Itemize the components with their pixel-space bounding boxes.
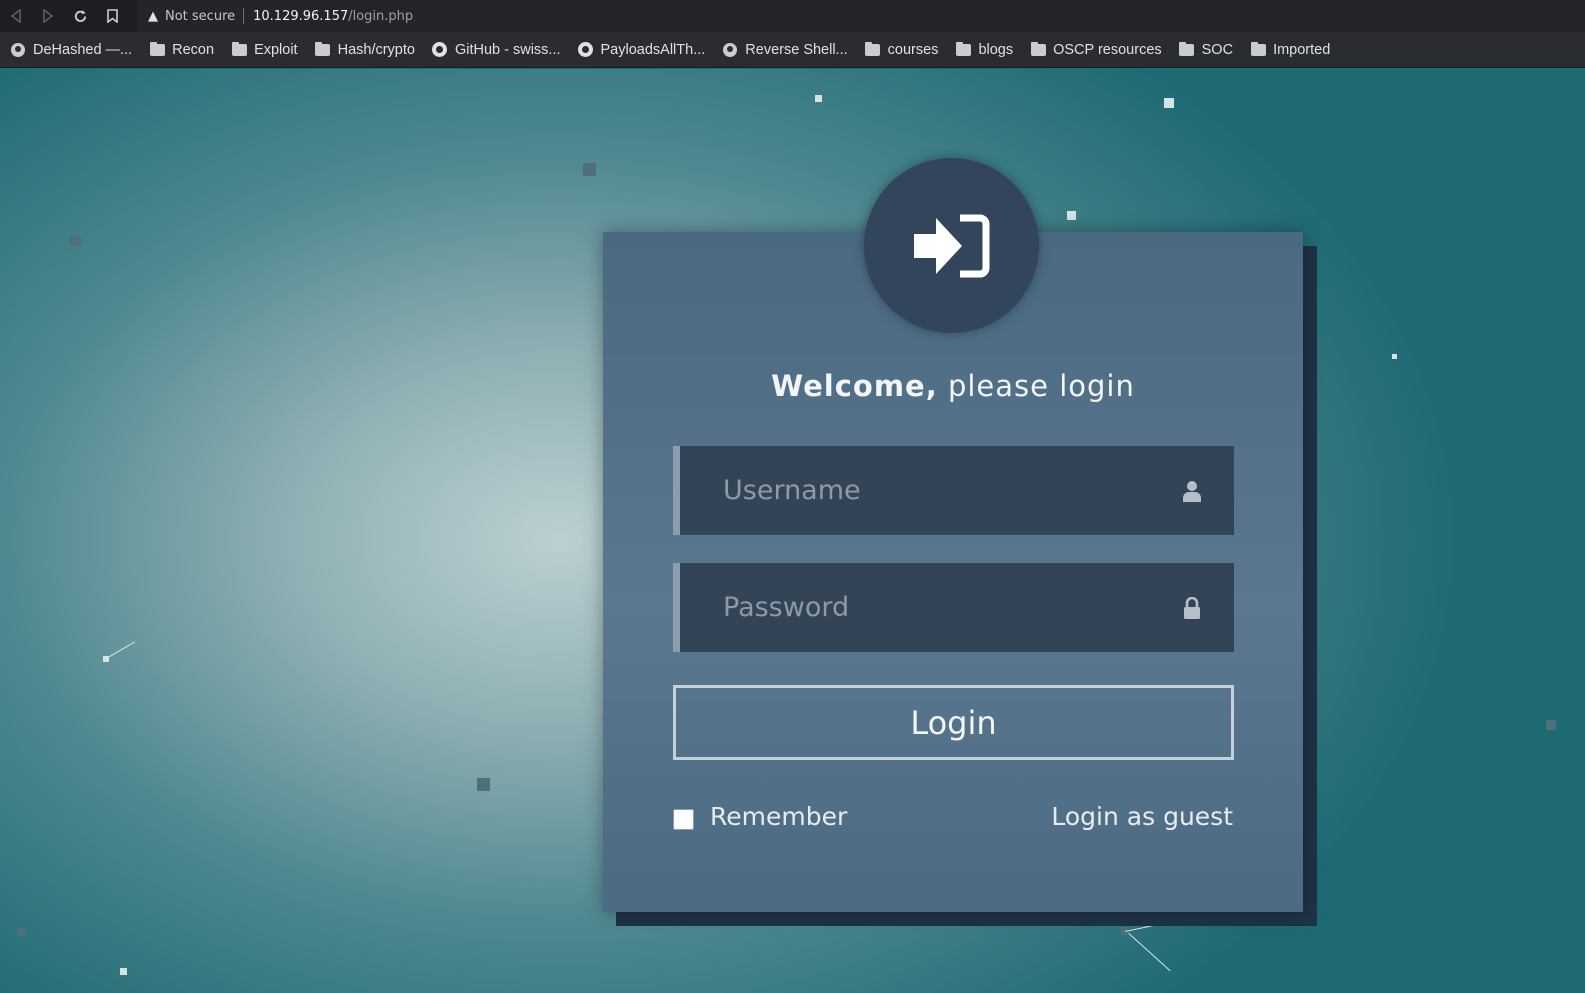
particle <box>1546 720 1556 730</box>
globe-icon <box>722 42 738 58</box>
bookmark-item[interactable]: OSCP resources <box>1030 41 1162 58</box>
bookmark-label: DeHashed —... <box>33 41 133 58</box>
particle <box>477 778 490 791</box>
folder-icon <box>1179 41 1195 58</box>
bookmark-label: Recon <box>172 41 215 58</box>
github-icon <box>578 42 594 58</box>
back-button[interactable] <box>0 0 32 32</box>
bookmark-label: Exploit <box>254 41 298 58</box>
particle <box>1164 98 1174 108</box>
particle <box>1067 211 1076 220</box>
remember-label[interactable]: Remember <box>710 802 847 831</box>
bookmark-item[interactable]: Imported <box>1250 41 1331 58</box>
bookmarks-bar: DeHashed —... Recon Exploit Hash/crypto … <box>0 32 1585 68</box>
bookmark-item[interactable]: blogs <box>955 41 1014 58</box>
forward-arrow-icon <box>43 9 54 23</box>
bookmark-item[interactable]: Exploit <box>231 41 298 58</box>
folder-icon <box>315 41 331 58</box>
back-arrow-icon <box>10 9 21 23</box>
password-input[interactable] <box>680 591 1180 624</box>
url-separator <box>243 8 245 24</box>
particle <box>70 235 81 246</box>
bookmark-label: courses <box>887 41 939 58</box>
password-field-wrapper <box>673 563 1234 652</box>
folder-icon <box>1250 41 1266 58</box>
folder-icon <box>149 41 165 58</box>
user-icon <box>1180 479 1204 503</box>
folder-icon <box>955 41 971 58</box>
bookmark-label: blogs <box>978 41 1014 58</box>
bookmark-item[interactable]: courses <box>865 41 939 58</box>
particle <box>1392 354 1397 359</box>
page-background: Welcome, please login Login Remember Log… <box>0 69 1585 993</box>
folder-icon <box>1030 41 1046 58</box>
reload-icon <box>74 9 86 22</box>
bookmark-label: PayloadsAllTh... <box>600 41 706 58</box>
bookmark-item[interactable]: Reverse Shell... <box>722 41 848 58</box>
bookmark-label: Reverse Shell... <box>745 41 848 58</box>
warning-icon: ▲ <box>148 8 158 24</box>
login-button[interactable]: Login <box>673 685 1234 760</box>
sign-in-icon <box>913 214 989 277</box>
bookmark-item[interactable]: PayloadsAllTh... <box>578 41 706 58</box>
login-avatar <box>864 158 1039 333</box>
bookmark-label: OSCP resources <box>1053 41 1162 58</box>
username-input[interactable] <box>680 474 1180 507</box>
welcome-rest: please login <box>937 369 1135 403</box>
globe-icon <box>10 42 26 58</box>
bookmark-page-button[interactable] <box>96 0 128 32</box>
bookmark-item[interactable]: GitHub - swiss... <box>432 42 561 58</box>
particle <box>17 928 25 936</box>
bookmark-label: Imported <box>1273 41 1331 58</box>
particle <box>815 95 822 102</box>
bookmark-label: GitHub - swiss... <box>454 41 561 58</box>
url-path: /login.php <box>348 8 414 24</box>
welcome-heading: Welcome, please login <box>603 369 1303 403</box>
particle-link <box>106 641 136 659</box>
reload-button[interactable] <box>64 0 96 32</box>
lock-icon <box>1180 596 1204 620</box>
bookmark-item[interactable]: Recon <box>149 41 215 58</box>
bookmark-item[interactable]: SOC <box>1179 41 1234 58</box>
particle <box>583 163 596 176</box>
bookmark-label: Hash/crypto <box>337 41 415 58</box>
particle-link <box>1128 933 1171 972</box>
folder-icon <box>865 41 881 58</box>
address-bar[interactable]: ▲ Not secure 10.129.96.157 /login.php <box>138 0 1585 32</box>
folder-icon <box>231 41 247 58</box>
browser-toolbar: ▲ Not secure 10.129.96.157 /login.php <box>0 0 1585 32</box>
particle <box>120 968 127 975</box>
url-host: 10.129.96.157 <box>253 8 349 24</box>
remember-checkbox[interactable] <box>673 808 694 830</box>
security-label: Not secure <box>165 8 236 24</box>
github-icon <box>432 42 448 58</box>
username-field-wrapper <box>673 446 1234 535</box>
login-as-guest-link[interactable]: Login as guest <box>1051 802 1233 831</box>
welcome-bold: Welcome, <box>771 369 938 403</box>
bookmark-item[interactable]: Hash/crypto <box>315 41 415 58</box>
bookmark-item[interactable]: DeHashed —... <box>10 42 132 58</box>
bookmark-icon <box>106 9 118 23</box>
remember-option: Remember <box>673 802 847 831</box>
bookmark-label: SOC <box>1201 41 1234 58</box>
forward-button[interactable] <box>32 0 64 32</box>
